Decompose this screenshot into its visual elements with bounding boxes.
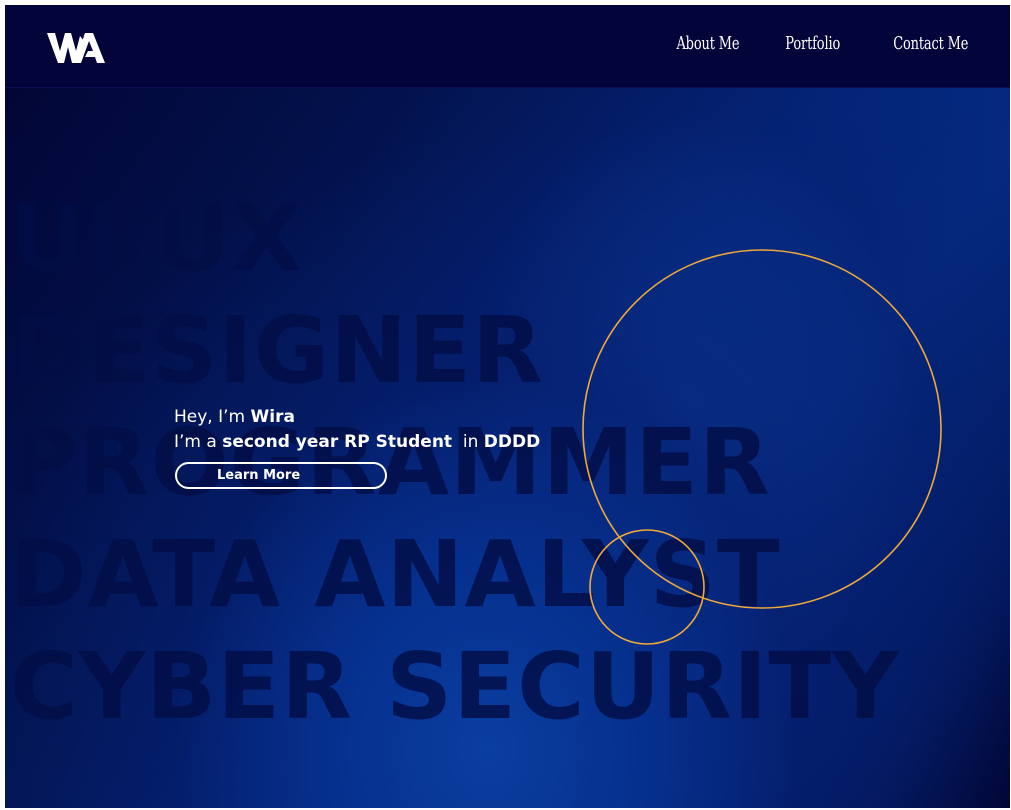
course: DDDD (483, 432, 541, 452)
name: Wira (250, 407, 295, 427)
status-prefix: I’m a (174, 432, 223, 452)
nav-portfolio[interactable]: Portfolio (785, 33, 840, 54)
hero-section: UI/UX DESIGNER PROGRAMMER DATA ANALYST C… (5, 88, 1010, 808)
learn-more-button[interactable]: Learn More (175, 462, 387, 489)
greeting-line: Hey, I’m Wira (174, 405, 540, 430)
large-circle (582, 249, 942, 609)
navbar: WA About Me Portfolio Contact Me (5, 5, 1010, 88)
page-frame: WA About Me Portfolio Contact Me UI/UX D… (5, 5, 1010, 808)
student-status: second year RP Student (222, 432, 453, 452)
intro-text: Hey, I’m Wira I’m a second year RP Stude… (174, 405, 540, 455)
greeting-prefix: Hey, I’m (174, 407, 251, 427)
status-line: I’m a second year RP Student in DDDD (174, 430, 540, 455)
nav-links: About Me Portfolio Contact Me (652, 33, 968, 54)
nav-contact-me[interactable]: Contact Me (893, 33, 968, 54)
status-connector: in (452, 432, 484, 452)
logo[interactable]: WA (47, 31, 113, 65)
nav-about-me[interactable]: About Me (677, 33, 740, 54)
small-circle (589, 529, 705, 645)
